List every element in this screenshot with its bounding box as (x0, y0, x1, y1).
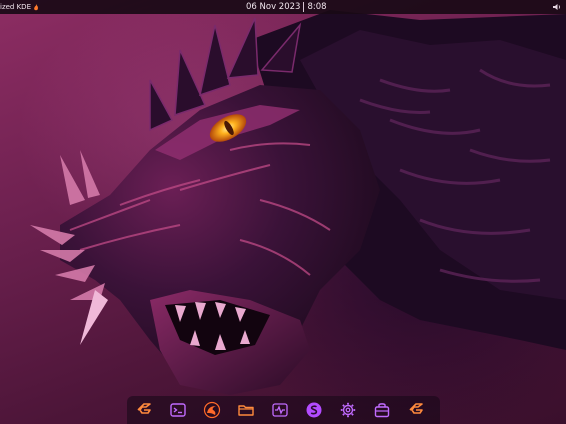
garuda-launcher-icon (137, 403, 151, 414)
clock-time: 8:08 (307, 2, 327, 12)
app-menu-label: ized KDE (0, 3, 31, 11)
dock-item-terminal[interactable] (168, 400, 188, 420)
clock[interactable]: 06 Nov 2023 8:08 (246, 0, 327, 14)
store-icon (374, 403, 390, 418)
clock-separator (303, 2, 305, 12)
dock-item-garuda-welcome[interactable] (406, 400, 426, 420)
wallpaper-dragon (30, 10, 566, 395)
dock-item-settings[interactable] (338, 400, 358, 420)
dock-item-garuda-launcher[interactable] (134, 400, 154, 420)
dock-item-file-manager[interactable] (236, 400, 256, 420)
dock (127, 396, 440, 424)
settings-icon (340, 402, 356, 418)
dock-item-system-monitor[interactable] (270, 400, 290, 420)
top-panel: ized KDE 06 Nov 2023 8:08 (0, 0, 566, 14)
dock-item-browser[interactable] (202, 400, 222, 420)
desktop: ized KDE 06 Nov 2023 8:08 (0, 0, 566, 424)
s-app-icon (306, 402, 322, 418)
system-monitor-icon (272, 403, 288, 417)
volume-icon[interactable] (552, 2, 562, 12)
garuda-welcome-icon (409, 403, 423, 414)
browser-icon (203, 401, 221, 419)
app-menu[interactable]: ized KDE (0, 0, 39, 14)
clock-date: 06 Nov 2023 (246, 2, 301, 12)
dock-item-store[interactable] (372, 400, 392, 420)
terminal-icon (170, 403, 186, 417)
file-manager-icon (238, 405, 254, 416)
flame-icon (34, 3, 38, 10)
dock-item-s-app[interactable] (304, 400, 324, 420)
